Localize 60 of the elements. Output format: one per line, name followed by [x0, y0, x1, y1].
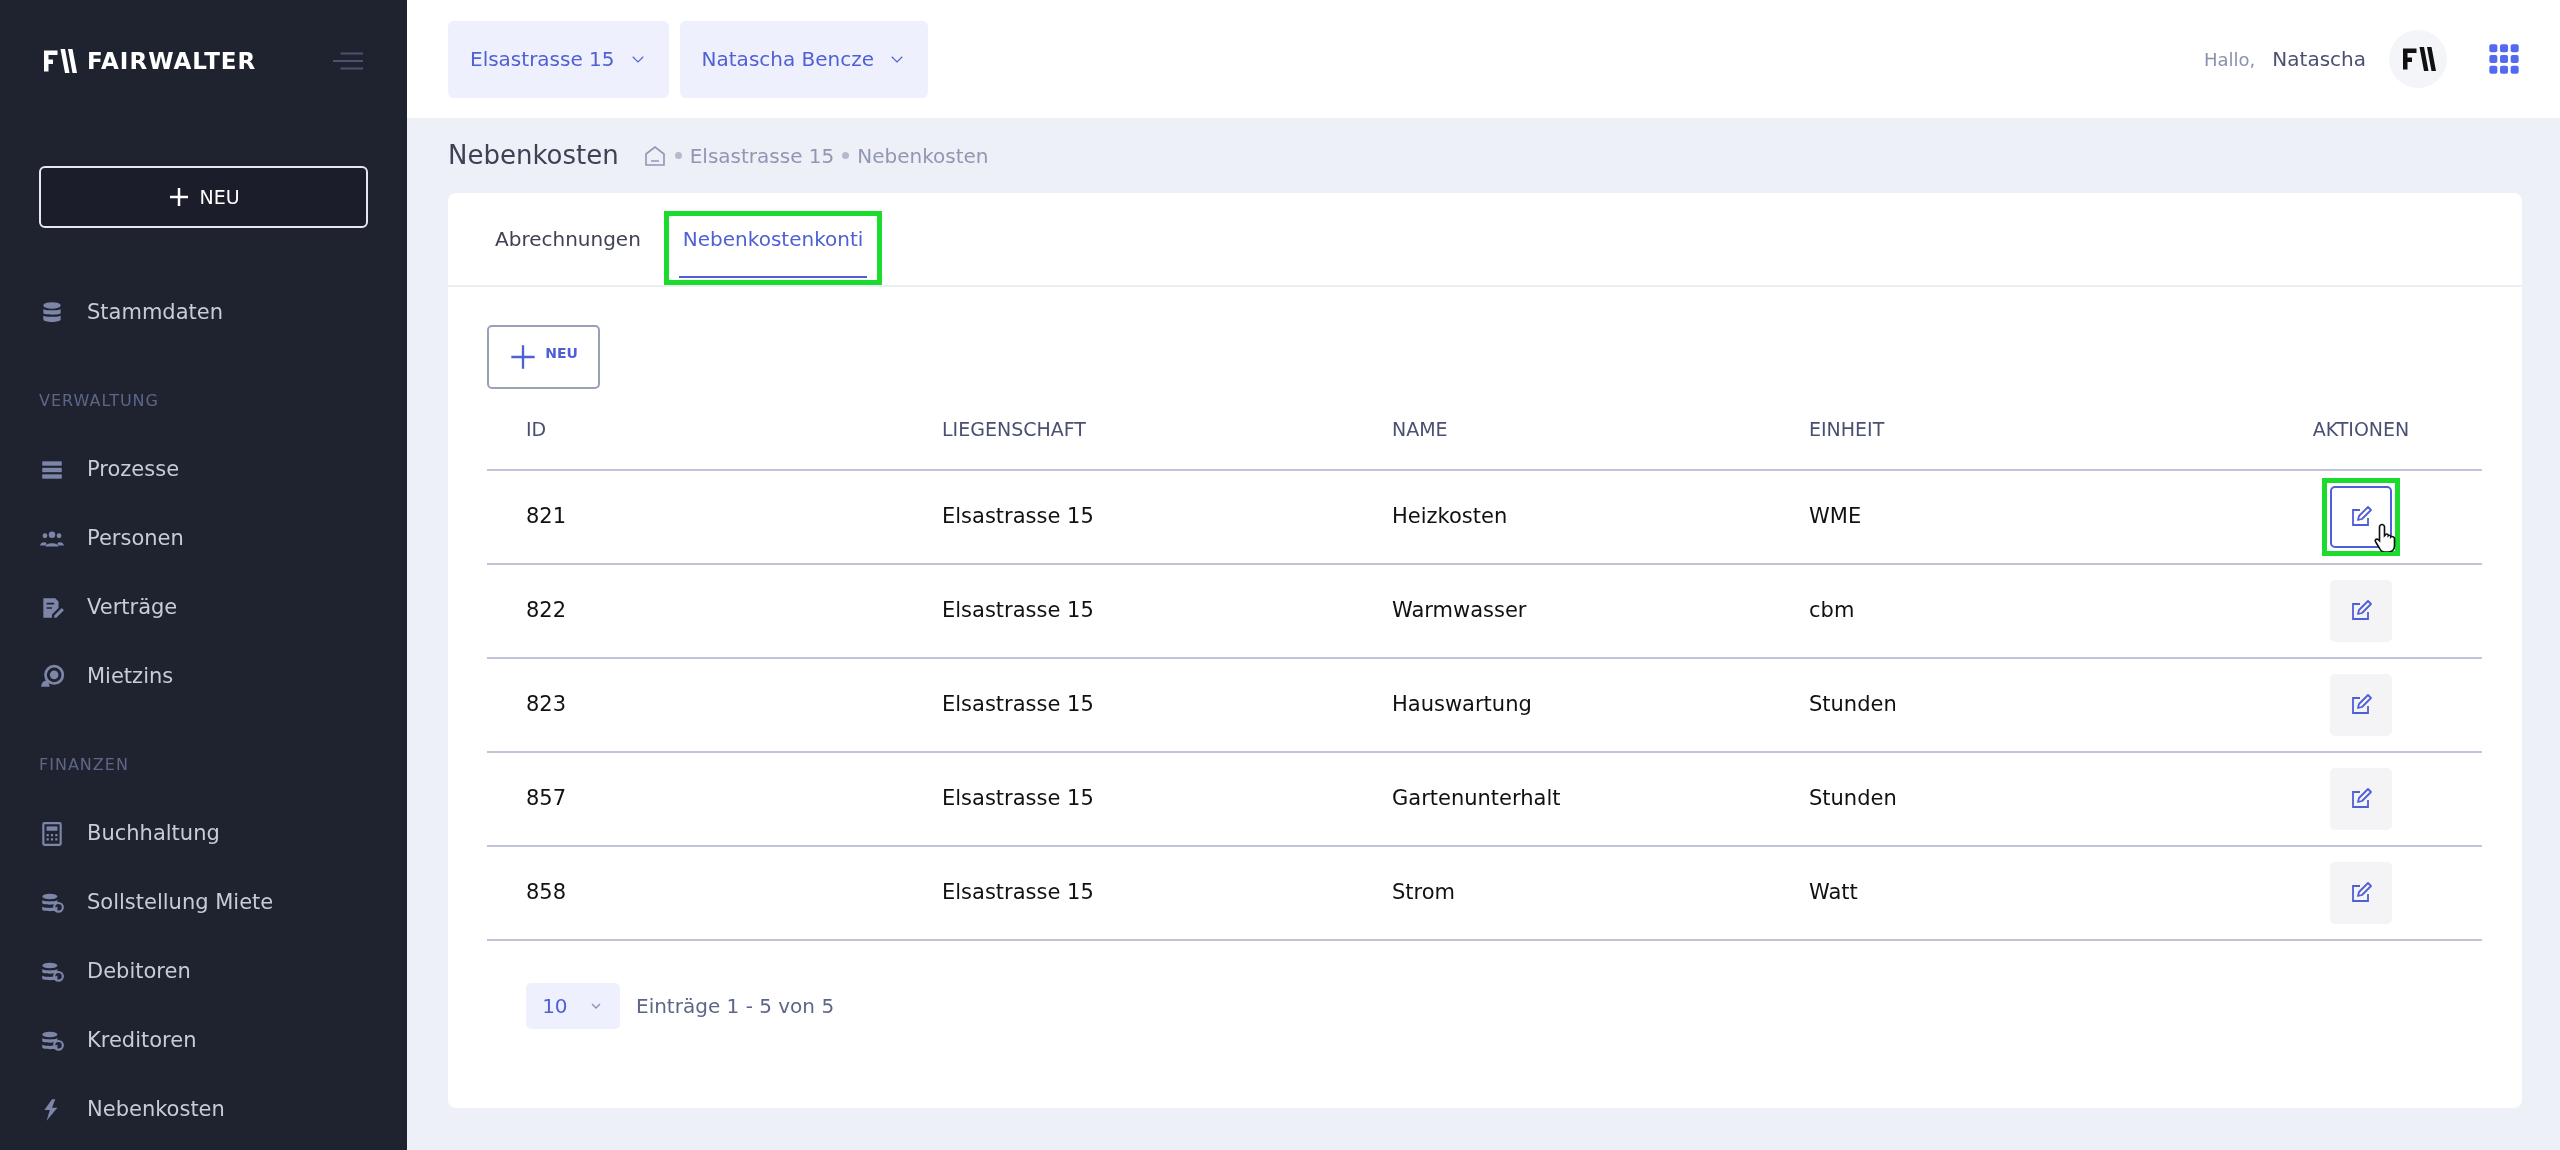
table-cell-text: 858: [526, 879, 567, 907]
tab[interactable]: Abrechnungen: [491, 224, 645, 281]
dropdown-button[interactable]: Elsastrasse 15: [448, 20, 669, 98]
section-heading: FINANZEN: [39, 754, 130, 776]
table-cell-text: Elsastrasse 15: [942, 597, 1094, 625]
separator-dot: [674, 152, 682, 160]
table-cell-text: Elsastrasse 15: [942, 503, 1094, 531]
column-header: AKTIONEN: [2312, 416, 2410, 442]
table-cell-text: 822: [526, 597, 567, 625]
table-cell-text: WME: [1809, 503, 1862, 531]
edit-button[interactable]: [2330, 580, 2392, 643]
tab[interactable]: Nebenkostenkonti: [678, 224, 868, 279]
section-heading: VERWALTUNG: [39, 390, 160, 412]
sidebar-item[interactable]: Sollstellung Miete: [39, 868, 368, 937]
edit-button[interactable]: [2330, 768, 2392, 831]
table-cell-text: Elsastrasse 15: [942, 879, 1094, 907]
table-cell-text: Elsastrasse 15: [942, 691, 1094, 719]
sidebar-item[interactable]: Prozesse: [39, 435, 368, 504]
sidebar-item[interactable]: Verträge: [39, 573, 368, 642]
home-icon[interactable]: [642, 143, 667, 168]
table-cell-text: 823: [526, 691, 567, 719]
table-cell-text: Strom: [1392, 879, 1456, 907]
sidebar-item[interactable]: Mietzins: [39, 642, 368, 711]
sidebar-item[interactable]: Personen: [39, 504, 368, 573]
new-button[interactable]: NEU: [487, 325, 600, 390]
plus-icon: [509, 343, 538, 372]
page-title: Nebenkosten: [448, 140, 619, 172]
column-header: ID: [526, 416, 547, 442]
table-cell-text: Hauswartung: [1392, 691, 1532, 719]
sidebar-item[interactable]: Stammdaten: [39, 278, 368, 347]
edit-button[interactable]: [2330, 862, 2392, 925]
table-cell-text: cbm: [1809, 597, 1855, 625]
table-cell-text: Stunden: [1809, 785, 1897, 813]
sidebar-item[interactable]: Buchhaltung: [39, 799, 368, 868]
table-cell-text: 857: [526, 785, 567, 813]
table-cell-text: Elsastrasse 15: [942, 785, 1094, 813]
separator-dot: [842, 152, 850, 160]
coin-person-icon: [39, 663, 65, 690]
column-header: LIEGENSCHAFT: [942, 416, 1086, 442]
table-cell-text: Stunden: [1809, 691, 1897, 719]
app-grid-icon[interactable]: [2488, 43, 2520, 75]
table-cell-text: Heizkosten: [1392, 503, 1508, 531]
column-header: EINHEIT: [1809, 416, 1885, 442]
table-cell-text: Watt: [1809, 879, 1858, 907]
table-cell-text: Gartenunterhalt: [1392, 785, 1561, 813]
calculator-icon: [39, 820, 65, 847]
sidebar-item[interactable]: Kreditoren: [39, 1006, 368, 1075]
edit-button[interactable]: [2330, 674, 2392, 737]
entries-summary: Einträge 1 - 5 von 5: [636, 993, 835, 1021]
logo-text: FAIRWALTER: [87, 46, 257, 76]
column-header: NAME: [1392, 416, 1448, 442]
page-size-select[interactable]: 10: [526, 983, 620, 1030]
user-name: Natascha: [2272, 46, 2366, 73]
dropdown-button[interactable]: Natascha Bencze: [679, 20, 929, 98]
table-cell-text: Warmwasser: [1392, 597, 1527, 625]
greeting-text: Hallo,: [2204, 47, 2256, 72]
table-cell-text: 821: [526, 503, 567, 531]
sidebar-item[interactable]: Nebenkosten: [39, 1075, 368, 1144]
new-button[interactable]: NEU: [39, 166, 368, 228]
sidebar-item[interactable]: Debitoren: [39, 937, 368, 1006]
